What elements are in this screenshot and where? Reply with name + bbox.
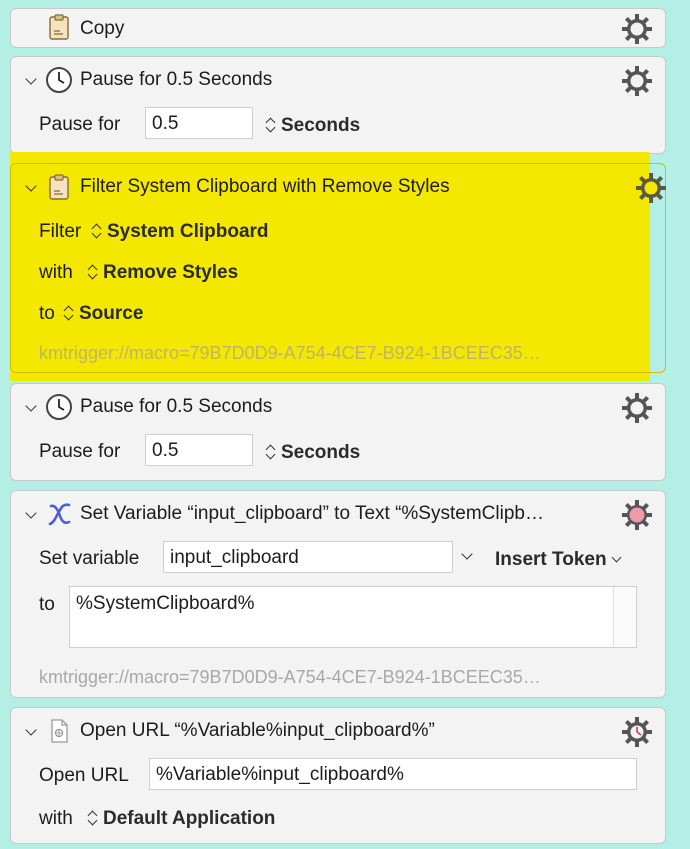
action-filter-clipboard[interactable]: Filter System Clipboard with Remove Styl… xyxy=(10,163,666,373)
document-globe-icon xyxy=(51,719,68,743)
action-title: Filter System Clipboard with Remove Styl… xyxy=(80,176,450,197)
filter-dest-value: Source xyxy=(79,303,144,324)
pause-duration-input[interactable]: 0.5 xyxy=(145,434,253,466)
gear-icon[interactable] xyxy=(621,392,653,424)
gear-icon[interactable] xyxy=(621,716,653,748)
pause-unit-value: Seconds xyxy=(281,442,361,463)
chevron-down-icon[interactable] xyxy=(25,724,37,736)
updown-icon xyxy=(265,117,276,133)
with-label: with xyxy=(39,808,73,829)
variable-name-input[interactable]: input_clipboard xyxy=(163,541,453,573)
action-set-variable[interactable]: Set Variable “input_clipboard” to Text “… xyxy=(10,490,666,698)
action-pause-1[interactable]: Pause for 0.5 Seconds Pause for 0.5 Seco… xyxy=(10,56,666,154)
action-open-url[interactable]: Open URL “%Variable%input_clipboard%” Op… xyxy=(10,707,666,844)
clock-icon xyxy=(46,67,72,93)
action-title: Pause for 0.5 Seconds xyxy=(80,69,273,90)
open-with-value: Default Application xyxy=(103,808,276,829)
updown-icon xyxy=(87,264,98,280)
url-input[interactable]: %Variable%input_clipboard% xyxy=(149,758,637,790)
updown-icon xyxy=(91,223,102,239)
to-label: to xyxy=(39,594,55,615)
variable-menu-chevron-icon[interactable] xyxy=(461,548,473,560)
action-title: Open URL “%Variable%input_clipboard%” xyxy=(80,720,435,741)
pause-unit-value: Seconds xyxy=(281,115,361,136)
clock-icon xyxy=(46,394,72,420)
pause-unit-popup[interactable]: Seconds xyxy=(265,442,360,464)
chevron-down-icon[interactable] xyxy=(25,73,37,85)
insert-token-label: Insert Token xyxy=(495,549,607,570)
with-label: with xyxy=(39,262,73,283)
pause-duration-input[interactable]: 0.5 xyxy=(145,107,253,139)
chevron-down-icon[interactable] xyxy=(25,400,37,412)
gear-icon[interactable] xyxy=(621,499,653,531)
gear-icon[interactable] xyxy=(621,65,653,97)
chevron-down-icon[interactable] xyxy=(25,507,37,519)
updown-icon xyxy=(87,810,98,826)
filter-type-value: Remove Styles xyxy=(103,262,239,283)
action-pause-2[interactable]: Pause for 0.5 Seconds Pause for 0.5 Seco… xyxy=(10,383,666,481)
action-title: Copy xyxy=(80,18,125,39)
gear-icon[interactable] xyxy=(635,172,667,204)
pause-label: Pause for xyxy=(39,441,121,462)
text-value: %SystemClipboard% xyxy=(76,593,255,614)
chevron-down-icon xyxy=(611,552,622,563)
filter-source-popup[interactable]: System Clipboard xyxy=(91,221,269,243)
text-value-area[interactable]: %SystemClipboard% xyxy=(69,586,637,648)
action-title: Pause for 0.5 Seconds xyxy=(80,396,273,417)
scrollbar[interactable] xyxy=(613,587,636,647)
insert-token-menu[interactable]: Insert Token xyxy=(495,549,622,571)
updown-icon xyxy=(63,305,74,321)
pause-unit-popup[interactable]: Seconds xyxy=(265,115,360,137)
open-with-popup[interactable]: Default Application xyxy=(87,808,275,830)
action-url[interactable]: kmtrigger://macro=79B7D0D9-A754-4CE7-B92… xyxy=(39,343,541,364)
to-label: to xyxy=(39,303,55,324)
gear-icon[interactable] xyxy=(621,13,653,45)
action-url[interactable]: kmtrigger://macro=79B7D0D9-A754-4CE7-B92… xyxy=(39,667,541,688)
filter-source-value: System Clipboard xyxy=(107,221,269,242)
variable-x-icon xyxy=(48,503,71,526)
open-url-label: Open URL xyxy=(39,765,129,786)
filter-label: Filter xyxy=(39,221,82,242)
clipboard-icon xyxy=(49,174,69,200)
pause-label: Pause for xyxy=(39,114,121,135)
action-copy[interactable]: Copy xyxy=(10,8,666,48)
set-variable-label: Set variable xyxy=(39,548,140,569)
filter-dest-popup[interactable]: Source xyxy=(63,303,143,325)
action-title: Set Variable “input_clipboard” to Text “… xyxy=(80,503,544,524)
filter-type-popup[interactable]: Remove Styles xyxy=(87,262,238,284)
updown-icon xyxy=(265,444,276,460)
clipboard-icon xyxy=(49,14,69,40)
chevron-down-icon[interactable] xyxy=(25,180,37,192)
